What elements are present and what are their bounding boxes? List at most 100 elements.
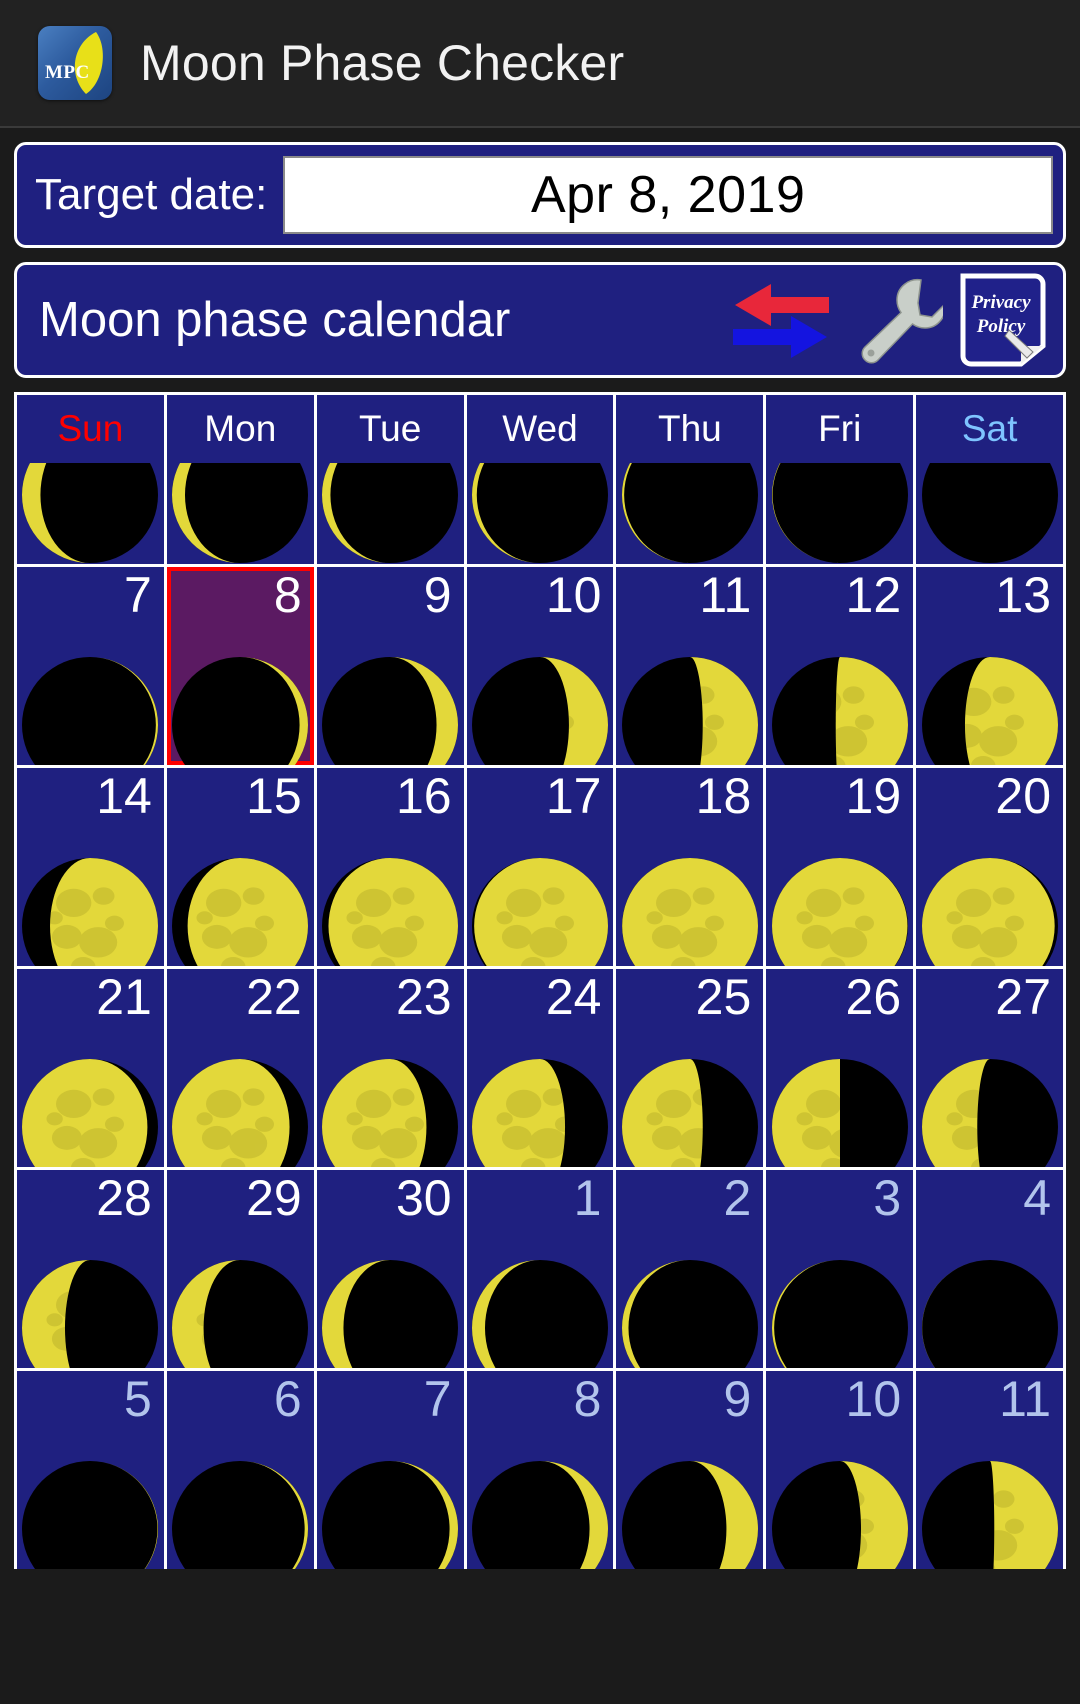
calendar-day-cell[interactable]: 7 [316, 1371, 464, 1569]
target-date-value: Apr 8, 2019 [531, 166, 806, 224]
calendar-day-number: 5 [124, 1371, 152, 1427]
moon-phase-icon [472, 858, 608, 966]
calendar-week-row: 21 22 23 24 25 26 27 [17, 969, 1064, 1167]
moon-phase-icon [472, 1260, 608, 1368]
calendar-day-cell[interactable]: 5 [17, 1371, 164, 1569]
calendar-day-number: 26 [845, 969, 902, 1025]
moon-phase-icon [921, 463, 1058, 563]
calendar-day-cell[interactable]: 17 [466, 768, 614, 966]
calendar-day-cell[interactable]: 15 [166, 768, 314, 966]
calendar-day-cell-selected[interactable]: 8 [166, 567, 314, 765]
calendar-day-cell[interactable]: 21 [17, 969, 164, 1167]
weekday-label: Fri [818, 408, 862, 449]
calendar-day-cell[interactable]: 1 [466, 1170, 614, 1368]
privacy-policy-line1: Privacy [970, 292, 1031, 313]
calendar-day-number: 11 [999, 1371, 1052, 1427]
moon-phase-icon [771, 858, 908, 966]
calendar-day-number: 17 [545, 768, 602, 824]
calendar-day-cell[interactable]: 16 [316, 768, 464, 966]
calendar-weeks: 7 8 9 10 11 12 13 14 15 16 17 18 19 20 21 22 23 24 25 26 27 2… [17, 463, 1064, 1569]
moon-phase-icon [921, 1260, 1058, 1368]
weekday-header-row: Sun Mon Tue Wed Thu Fri Sat [17, 395, 1064, 463]
calendar-day-cell[interactable]: 30 [316, 1170, 464, 1368]
weekday-label: Tue [358, 408, 422, 449]
calendar-day-cell[interactable]: 10 [466, 567, 614, 765]
moon-phase-icon [472, 657, 608, 765]
calendar-week-row: 7 8 9 10 11 12 13 [17, 567, 1064, 765]
calendar-day-cell[interactable] [916, 463, 1064, 564]
target-date-input[interactable]: Apr 8, 2019 [283, 156, 1053, 234]
calendar-day-cell[interactable] [316, 463, 464, 564]
calendar-day-cell[interactable]: 27 [916, 969, 1064, 1167]
calendar-day-cell[interactable]: 29 [166, 1170, 314, 1368]
moon-phase-icon [322, 657, 459, 765]
calendar-day-cell[interactable]: 11 [616, 567, 764, 765]
moon-phase-icon [472, 1461, 608, 1569]
calendar-day-cell[interactable]: 19 [766, 768, 914, 966]
calendar-day-number: 6 [273, 1371, 302, 1427]
calendar-day-number: 19 [845, 768, 902, 824]
calendar-day-cell[interactable]: 25 [616, 969, 764, 1167]
calendar-day-cell[interactable]: 10 [766, 1371, 914, 1569]
calendar-day-cell[interactable]: 20 [916, 768, 1064, 966]
calendar-day-cell[interactable]: 11 [916, 1371, 1064, 1569]
calendar-day-cell[interactable]: 9 [616, 1371, 764, 1569]
calendar-day-cell[interactable]: 23 [316, 969, 464, 1167]
moon-phase-icon [322, 1059, 459, 1167]
calendar-day-number: 14 [96, 768, 152, 824]
moon-phase-icon [322, 858, 459, 966]
app-icon-label: MPC [45, 62, 90, 83]
moon-phase-icon [771, 1461, 908, 1569]
moon-phase-calendar: Sun Mon Tue Wed Thu Fri Sat 7 8 9 10 11 12 13 14 15 16 1… [14, 392, 1066, 1569]
weekday-header-fri: Fri [766, 395, 914, 463]
calendar-week-row [17, 463, 1064, 564]
calendar-day-cell[interactable]: 6 [166, 1371, 314, 1569]
calendar-day-cell[interactable]: 26 [766, 969, 914, 1167]
weekday-header-tue: Tue [316, 395, 464, 463]
calendar-day-cell[interactable]: 3 [766, 1170, 914, 1368]
calendar-day-cell[interactable]: 14 [17, 768, 164, 966]
calendar-day-cell[interactable]: 2 [616, 1170, 764, 1368]
calendar-day-number: 24 [545, 969, 602, 1025]
moon-phase-icon [621, 657, 758, 765]
moon-phase-icon [172, 1260, 309, 1368]
calendar-day-cell[interactable] [17, 463, 164, 564]
moon-phase-icon [172, 463, 309, 563]
calendar-title: Moon phase calendar [39, 293, 511, 347]
calendar-day-cell[interactable] [766, 463, 914, 564]
calendar-day-cell[interactable]: 13 [916, 567, 1064, 765]
calendar-day-cell[interactable]: 28 [17, 1170, 164, 1368]
moon-phase-icon [22, 657, 159, 765]
moon-phase-icon [172, 1461, 309, 1569]
calendar-day-cell[interactable] [466, 463, 614, 564]
calendar-day-cell[interactable]: 4 [916, 1170, 1064, 1368]
calendar-day-cell[interactable]: 7 [17, 567, 164, 765]
calendar-day-cell[interactable] [616, 463, 764, 564]
calendar-day-cell[interactable] [166, 463, 314, 564]
moon-phase-icon [22, 463, 159, 563]
calendar-day-number: 2 [723, 1170, 752, 1226]
calendar-day-number: 16 [395, 768, 452, 824]
calendar-day-cell[interactable]: 24 [466, 969, 614, 1167]
moon-phase-icon [322, 463, 459, 563]
calendar-day-number: 27 [995, 969, 1052, 1025]
moon-phase-icon [172, 858, 309, 966]
calendar-day-cell[interactable]: 12 [766, 567, 914, 765]
weekday-label: Wed [502, 408, 578, 449]
moon-phase-icon [921, 858, 1058, 966]
calendar-day-cell[interactable]: 18 [616, 768, 764, 966]
moon-phase-icon [621, 858, 758, 966]
wrench-icon[interactable] [851, 274, 943, 366]
calendar-day-number: 15 [246, 768, 302, 824]
swap-arrows-icon[interactable] [725, 279, 837, 361]
calendar-day-number: 8 [573, 1371, 602, 1427]
privacy-policy-icon[interactable]: Privacy Policy [957, 272, 1049, 368]
weekday-header-sat: Sat [916, 395, 1064, 463]
calendar-day-cell[interactable]: 8 [466, 1371, 614, 1569]
moon-phase-icon [771, 1260, 908, 1368]
calendar-day-cell[interactable]: 22 [166, 969, 314, 1167]
moon-phase-icon [771, 1059, 908, 1167]
calendar-week-row: 5 6 7 8 9 10 11 [17, 1371, 1064, 1569]
moon-phase-icon [771, 463, 908, 563]
calendar-day-cell[interactable]: 9 [316, 567, 464, 765]
